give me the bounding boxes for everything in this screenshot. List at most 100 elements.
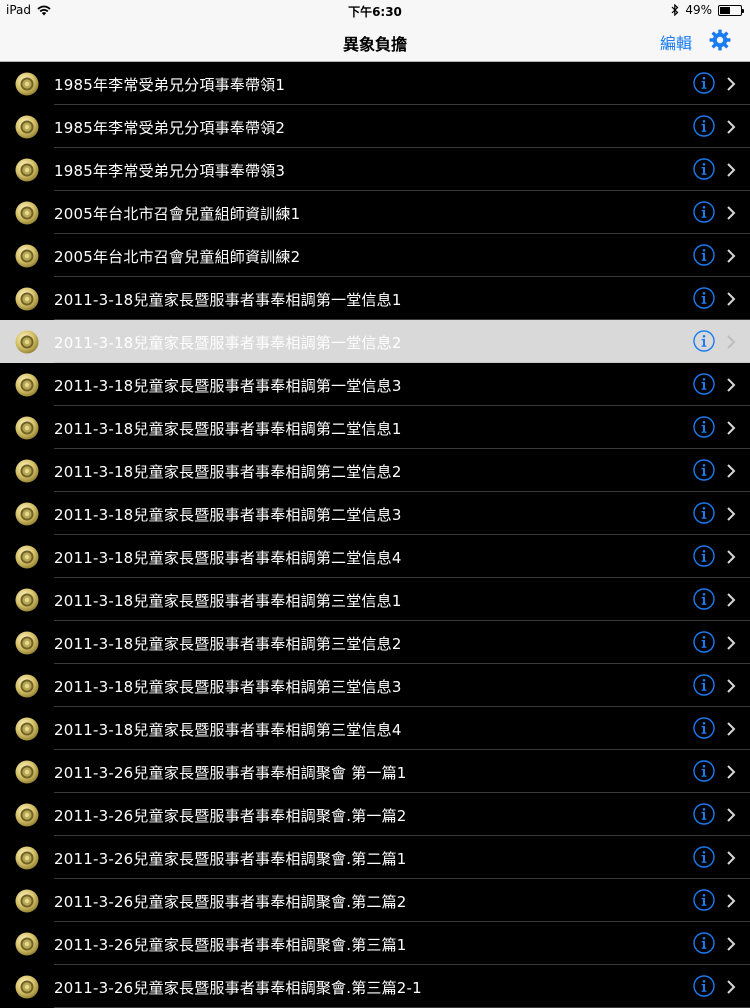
list-item[interactable]: 2011-3-26兒童家長暨服事者事奉相調聚會 第一篇1 [0,750,750,793]
info-icon[interactable] [693,72,715,94]
info-icon[interactable] [693,889,715,911]
list-item-label: 2011-3-18兒童家長暨服事者事奉相調第二堂信息3 [54,506,402,524]
info-icon[interactable] [693,975,715,997]
chevron-right-icon [727,249,736,263]
list-item[interactable]: 2011-3-18兒童家長暨服事者事奉相調第二堂信息3 [0,492,750,535]
list-item[interactable]: 2011-3-26兒童家長暨服事者事奉相調聚會.第二篇2 [0,879,750,922]
gear-icon[interactable] [708,28,732,52]
list-item-label: 2011-3-18兒童家長暨服事者事奉相調第三堂信息2 [54,635,402,653]
list-item-label: 2011-3-18兒童家長暨服事者事奉相調第三堂信息3 [54,678,402,696]
info-icon[interactable] [693,631,715,653]
list-item-label: 2011-3-26兒童家長暨服事者事奉相調聚會.第三篇1 [54,936,407,954]
chevron-right-icon [727,980,736,994]
chevron-right-icon [727,593,736,607]
message-list: 1985年李常受弟兄分項事奉帶領1 1985年李常受弟兄分項事奉帶領2 1985年李… [0,62,750,1008]
chevron-right-icon [727,163,736,177]
audio-disc-icon [15,416,39,440]
list-item[interactable]: 2011-3-26兒童家長暨服事者事奉相調聚會.第一篇2 [0,793,750,836]
info-icon[interactable] [693,287,715,309]
chevron-right-icon [727,120,736,134]
list-item[interactable]: 2011-3-18兒童家長暨服事者事奉相調第一堂信息2 [0,320,750,363]
info-icon[interactable] [693,674,715,696]
list-item-label: 2011-3-18兒童家長暨服事者事奉相調第一堂信息3 [54,377,402,395]
list-item-label: 2011-3-18兒童家長暨服事者事奉相調第三堂信息4 [54,721,402,739]
audio-disc-icon [15,201,39,225]
info-icon[interactable] [693,416,715,438]
list-item-label: 2011-3-18兒童家長暨服事者事奉相調第二堂信息4 [54,549,402,567]
audio-disc-icon [15,72,39,96]
chevron-right-icon [727,77,736,91]
info-icon[interactable] [693,459,715,481]
audio-disc-icon [15,717,39,741]
list-item-label: 1985年李常受弟兄分項事奉帶領2 [54,119,286,137]
bluetooth-icon [671,4,679,16]
chevron-right-icon [727,679,736,693]
audio-disc-icon [15,115,39,139]
info-icon[interactable] [693,158,715,180]
list-item[interactable]: 1985年李常受弟兄分項事奉帶領1 [0,62,750,105]
audio-disc-icon [15,244,39,268]
battery-percent: 49% [685,3,712,17]
info-icon[interactable] [693,846,715,868]
list-item-label: 2011-3-26兒童家長暨服事者事奉相調聚會 第一篇1 [54,764,407,782]
list-item-label: 2005年台北市召會兒童組師資訓練2 [54,248,301,266]
chevron-right-icon [727,722,736,736]
info-icon[interactable] [693,545,715,567]
edit-button[interactable]: 編輯 [660,30,692,54]
list-item[interactable]: 2011-3-18兒童家長暨服事者事奉相調第三堂信息4 [0,707,750,750]
list-item[interactable]: 2011-3-26兒童家長暨服事者事奉相調聚會.第二篇1 [0,836,750,879]
list-item[interactable]: 2011-3-18兒童家長暨服事者事奉相調第一堂信息1 [0,277,750,320]
list-item[interactable]: 2011-3-18兒童家長暨服事者事奉相調第三堂信息3 [0,664,750,707]
list-item[interactable]: 2011-3-18兒童家長暨服事者事奉相調第三堂信息1 [0,578,750,621]
list-item[interactable]: 1985年李常受弟兄分項事奉帶領2 [0,105,750,148]
list-item[interactable]: 2011-3-26兒童家長暨服事者事奉相調聚會.第三篇1 [0,922,750,965]
audio-disc-icon [15,975,39,999]
list-item-label: 2011-3-18兒童家長暨服事者事奉相調第一堂信息2 [54,334,402,352]
list-item-label: 2011-3-18兒童家長暨服事者事奉相調第二堂信息2 [54,463,402,481]
list-item[interactable]: 2005年台北市召會兒童組師資訓練1 [0,191,750,234]
info-icon[interactable] [693,502,715,524]
chevron-right-icon [727,808,736,822]
info-icon[interactable] [693,115,715,137]
chevron-right-icon [727,378,736,392]
chevron-right-icon [727,206,736,220]
list-item-label: 1985年李常受弟兄分項事奉帶領1 [54,76,286,94]
list-item-label: 2005年台北市召會兒童組師資訓練1 [54,205,301,223]
chevron-right-icon [727,550,736,564]
list-item[interactable]: 2011-3-18兒童家長暨服事者事奉相調第二堂信息4 [0,535,750,578]
list-item[interactable]: 2011-3-26兒童家長暨服事者事奉相調聚會.第三篇2-1 [0,965,750,1008]
audio-disc-icon [15,846,39,870]
chevron-right-icon [727,421,736,435]
audio-disc-icon [15,287,39,311]
info-icon[interactable] [693,803,715,825]
info-icon[interactable] [693,588,715,610]
info-icon[interactable] [693,330,715,352]
audio-disc-icon [15,932,39,956]
info-icon[interactable] [693,932,715,954]
info-icon[interactable] [693,201,715,223]
list-item[interactable]: 2011-3-18兒童家長暨服事者事奉相調第一堂信息3 [0,363,750,406]
info-icon[interactable] [693,244,715,266]
list-item[interactable]: 2011-3-18兒童家長暨服事者事奉相調第三堂信息2 [0,621,750,664]
list-item[interactable]: 1985年李常受弟兄分項事奉帶領3 [0,148,750,191]
chevron-right-icon [727,507,736,521]
list-item-label: 1985年李常受弟兄分項事奉帶領3 [54,162,286,180]
list-item[interactable]: 2011-3-18兒童家長暨服事者事奉相調第二堂信息1 [0,406,750,449]
battery-level [720,6,730,14]
list-item-label: 2011-3-26兒童家長暨服事者事奉相調聚會.第三篇2-1 [54,979,422,997]
audio-disc-icon [15,158,39,182]
info-icon[interactable] [693,373,715,395]
audio-disc-icon [15,502,39,526]
list-item[interactable]: 2005年台北市召會兒童組師資訓練2 [0,234,750,277]
chevron-right-icon [727,464,736,478]
chevron-right-icon [727,636,736,650]
list-item[interactable]: 2011-3-18兒童家長暨服事者事奉相調第二堂信息2 [0,449,750,492]
list-item-label: 2011-3-26兒童家長暨服事者事奉相調聚會.第一篇2 [54,807,407,825]
status-bar: iPad 下午6:30 49% [0,0,750,20]
info-icon[interactable] [693,717,715,739]
list-item-label: 2011-3-26兒童家長暨服事者事奉相調聚會.第二篇1 [54,850,407,868]
page-title: 異象負擔 [342,35,407,54]
audio-disc-icon [15,330,39,354]
info-icon[interactable] [693,760,715,782]
list-item-label: 2011-3-18兒童家長暨服事者事奉相調第一堂信息1 [54,291,402,309]
